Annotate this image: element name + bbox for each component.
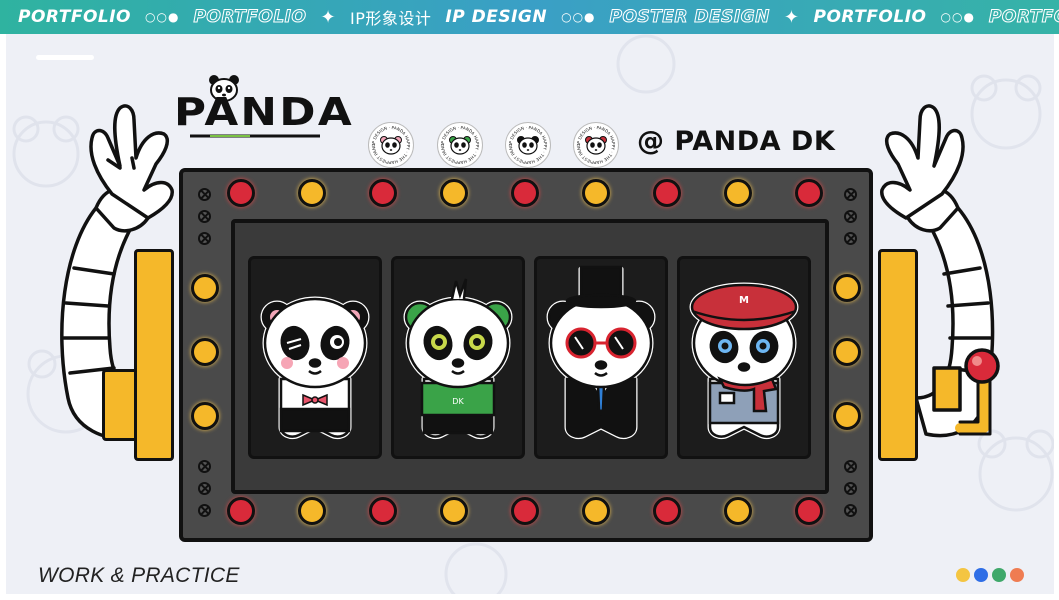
light-bottom-3 [369,497,397,525]
light-bottom-1 [227,497,255,525]
panda-red-beret-icon: M [689,282,799,440]
screw-tr-2 [844,210,857,223]
badge-panda-beret: IP DESIGN · PANDA HAPPY · THE HAPPIEST P… [573,122,619,168]
panda-top-hat-icon [546,265,656,440]
light-top-1 [227,179,255,207]
screw-bl-1 [198,460,211,473]
screw-br-3 [844,504,857,517]
light-top-5 [511,179,539,207]
logo-bamboo-icon [190,134,320,138]
decor-pill [36,55,94,60]
banner-item-10: PORTFOLIO [813,7,927,27]
reel-window: DK M [231,219,829,494]
slot-machine: DK M [179,168,873,542]
screw-tl-1 [198,188,211,201]
light-top-7 [653,179,681,207]
banner-item-9: ✦ [783,6,800,28]
panda-pink-winking-icon [260,296,370,440]
screw-tr-3 [844,232,857,245]
beret-letter: M [739,295,749,306]
light-left-1 [191,274,219,302]
canvas: PANDA IP DESIGN · PANDA HAPPY · THE HAPP… [6,34,1054,594]
light-bottom-7 [653,497,681,525]
light-top-8 [724,179,752,207]
light-top-3 [369,179,397,207]
author-handle: @ PANDA DK [637,126,836,157]
light-top-2 [298,179,326,207]
page-dot-2[interactable] [974,568,988,582]
banner-item-2: ○○● [145,10,180,24]
right-yellow-panel [878,249,918,461]
light-top-9 [795,179,823,207]
banner-item-6: IP DESIGN [445,7,548,27]
light-bottom-2 [298,497,326,525]
left-outer-yellow-block [102,369,138,441]
screw-tl-3 [198,232,211,245]
left-yellow-panel [134,249,174,461]
panda-green-shirt-icon: DK [403,278,513,440]
light-top-6 [582,179,610,207]
banner-item-8: POSTER DESIGN [609,7,770,28]
banner-item-11: ○○● [940,10,975,24]
top-banner: PORTFOLIO ○○● PORTFOLIO ✦ IP形象设计 IP DESIGN ○○●… [0,0,1059,34]
shirt-print: DK [452,397,464,406]
screw-bl-2 [198,482,211,495]
screw-br-1 [844,460,857,473]
screw-bl-3 [198,504,211,517]
banner-item-1: PORTFOLIO [18,7,132,27]
screw-br-2 [844,482,857,495]
reel-4: M [677,256,811,459]
badge-panda-pink: IP DESIGN · PANDA HAPPY · THE HAPPIEST P… [368,122,414,168]
screw-tr-1 [844,188,857,201]
light-right-3 [833,402,861,430]
light-left-2 [191,338,219,366]
page-dot-3[interactable] [992,568,1006,582]
tagline: WORK & PRACTICE [38,564,240,587]
banner-item-5: IP形象设计 [350,9,432,28]
badge-panda-hat: IP DESIGN · PANDA HAPPY · THE HAPPIEST P… [505,122,551,168]
banner-track: PORTFOLIO ○○● PORTFOLIO ✦ IP形象设计 IP DESIGN ○○●… [18,0,1059,34]
light-left-3 [191,402,219,430]
screw-tl-2 [198,210,211,223]
banner-item-12: PORTFOLIO [988,7,1059,28]
logo-wordmark: PANDA [174,90,355,134]
light-bottom-5 [511,497,539,525]
page-dot-4[interactable] [1010,568,1024,582]
panda-logo: PANDA [174,75,355,138]
banner-item-7: ○○● [561,10,596,24]
light-bottom-8 [724,497,752,525]
light-bottom-4 [440,497,468,525]
reel-2: DK [391,256,525,459]
light-bottom-6 [582,497,610,525]
light-right-2 [833,338,861,366]
reel-1 [248,256,382,459]
light-right-1 [833,274,861,302]
light-top-4 [440,179,468,207]
banner-item-3: PORTFOLIO [193,7,307,28]
badge-panda-green: IP DESIGN · PANDA HAPPY · THE HAPPIEST P… [437,122,483,168]
reel-3 [534,256,668,459]
banner-item-4: ✦ [320,6,337,28]
page-dot-1[interactable] [956,568,970,582]
light-bottom-9 [795,497,823,525]
